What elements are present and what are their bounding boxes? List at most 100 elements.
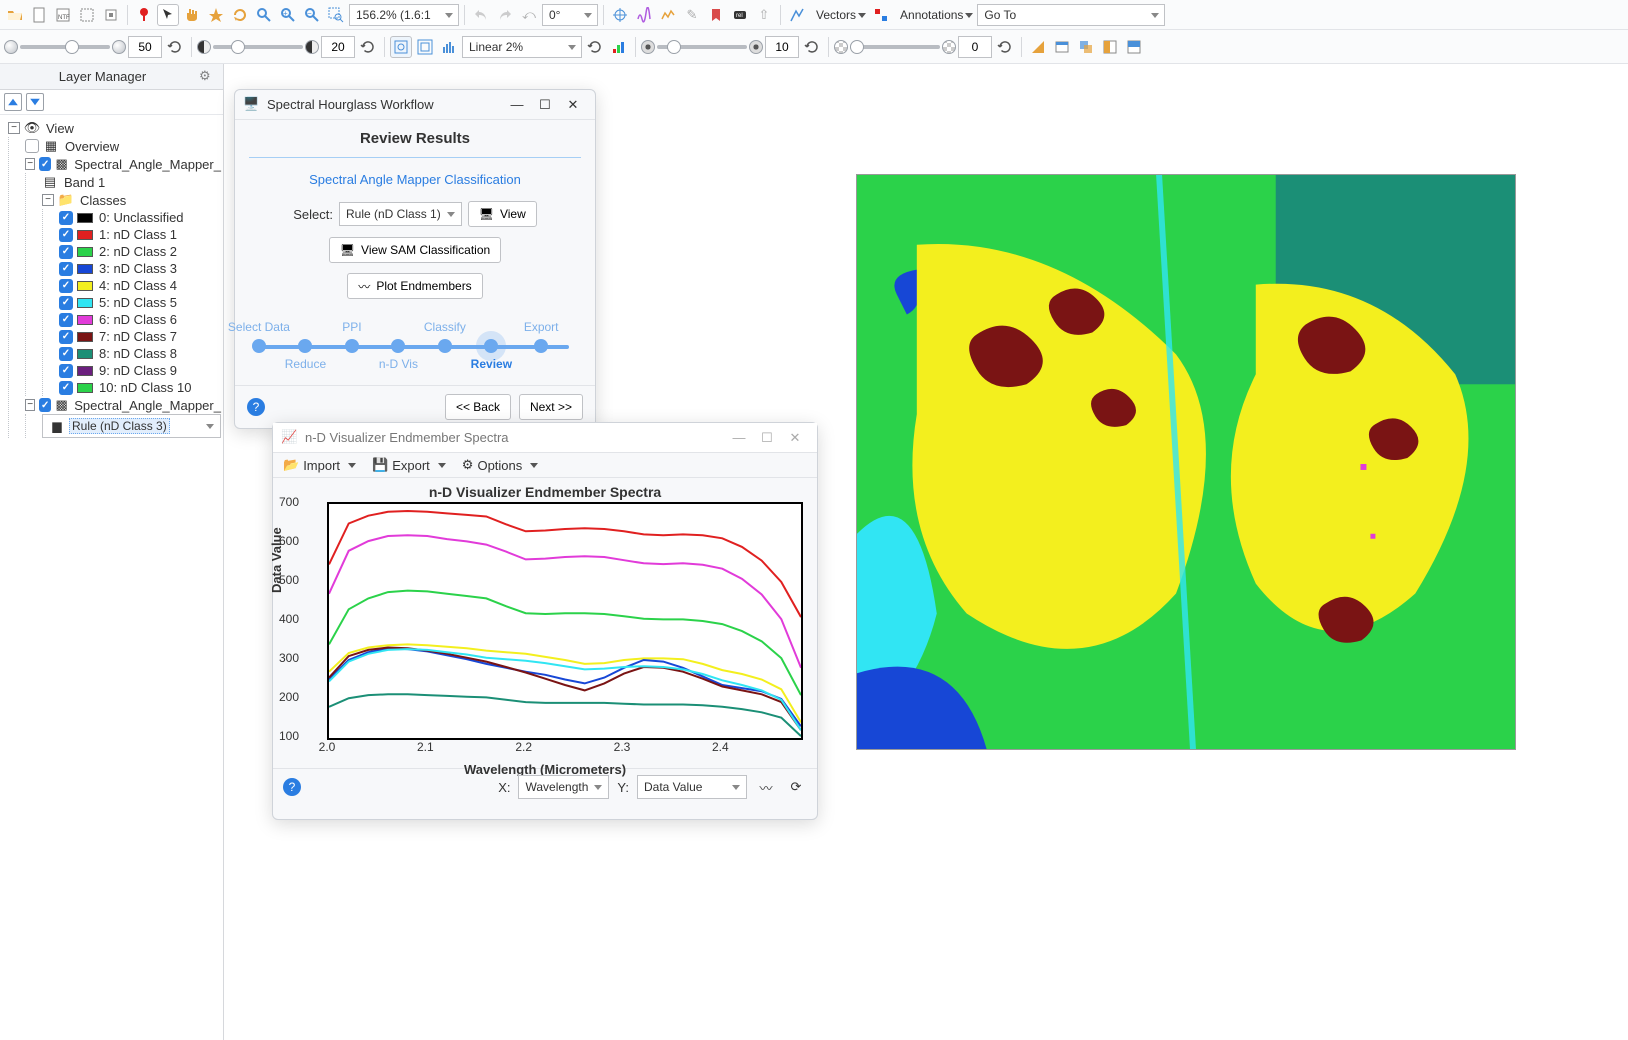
twisty-icon[interactable]: − [25,158,35,170]
gear-icon[interactable]: ⚙ [199,68,217,86]
checkbox[interactable]: ✓ [59,347,73,361]
zoom-level-input[interactable]: 156.2% (1.6:1 [349,4,459,26]
brightness-input[interactable] [128,36,162,58]
spectral-icon[interactable] [633,4,655,26]
import-menu[interactable]: 📂Import [281,457,364,473]
help-icon[interactable]: ? [247,398,265,416]
export-menu[interactable]: 💾Export [370,457,454,473]
swipe-icon[interactable] [1123,36,1145,58]
crosshair-icon[interactable] [609,4,631,26]
transparency-input[interactable] [958,36,992,58]
tree-node-class[interactable]: ✓5: nD Class 5 [59,294,221,311]
portal-icon[interactable] [1051,36,1073,58]
tree-node-class[interactable]: ✓7: nD Class 7 [59,328,221,345]
checkbox[interactable]: ✓ [59,262,73,276]
refresh-icon[interactable]: ⟳ [785,776,807,798]
rel-icon[interactable]: rel [729,4,751,26]
options-menu[interactable]: ⚙Options [460,457,546,473]
twisty-icon[interactable]: − [42,194,54,206]
sharpen-slider[interactable] [641,40,763,54]
stretch-type-dropdown[interactable]: Linear 2% [462,36,582,58]
stretch-settings-icon[interactable] [608,36,630,58]
contrast-tool-icon[interactable] [1027,36,1049,58]
ntf-icon[interactable]: NTF [52,4,74,26]
contrast-slider[interactable] [197,40,319,54]
pan-icon[interactable] [181,4,203,26]
transparency-slider[interactable] [834,40,956,54]
hist-icon[interactable] [438,36,460,58]
collapse-all-icon[interactable] [4,93,22,111]
checkbox[interactable]: ✓ [39,157,51,171]
bookmark-icon[interactable] [705,4,727,26]
checkbox[interactable]: ✓ [59,228,73,242]
rotate-icon[interactable] [229,4,251,26]
profile-icon[interactable] [657,4,679,26]
sharpen-input[interactable] [765,36,799,58]
next-button[interactable]: Next >> [519,394,583,420]
close-icon[interactable]: ✕ [781,426,809,450]
checkbox[interactable]: ✓ [59,364,73,378]
tree-node-class[interactable]: ✓10: nD Class 10 [59,379,221,396]
line-style-icon[interactable]: 〰 [755,776,777,798]
undo-icon[interactable] [470,4,492,26]
tree-node-sam2[interactable]: −✓▩Spectral_Angle_Mapper_ [25,396,221,414]
tree-node-view[interactable]: −👁View [8,119,221,137]
rule-select[interactable]: Rule (nD Class 1) [339,202,462,226]
chip-icon[interactable] [100,4,122,26]
select-icon[interactable] [76,4,98,26]
open-icon[interactable] [4,4,26,26]
tree-node-class[interactable]: ✓1: nD Class 1 [59,226,221,243]
tree-node-band1[interactable]: ▤Band 1 [42,173,221,191]
tree-node-overview[interactable]: ▦Overview [25,137,221,155]
refresh-icon[interactable] [164,36,186,58]
refresh-icon[interactable] [801,36,823,58]
y-axis-select[interactable]: Data Value [637,775,747,799]
blend-icon[interactable] [1075,36,1097,58]
zoom-out-icon[interactable]: − [301,4,323,26]
minimize-icon[interactable]: — [725,426,753,450]
wizard-step[interactable] [345,339,359,353]
wizard-step[interactable] [252,339,266,353]
twisty-icon[interactable]: − [25,399,35,411]
history-icon[interactable]: ⤺ [518,4,540,26]
fly-icon[interactable] [205,4,227,26]
titlebar[interactable]: 🖥️ Spectral Hourglass Workflow — ☐ ✕ [235,90,595,120]
zoom-actual-icon[interactable] [253,4,275,26]
wizard-step[interactable] [391,339,405,353]
checkbox[interactable]: ✓ [59,330,73,344]
new-doc-icon[interactable] [28,4,50,26]
checkbox[interactable]: ✓ [59,211,73,225]
zoom-box-icon[interactable] [325,4,347,26]
expand-all-icon[interactable] [26,93,44,111]
tree-node-class[interactable]: ✓9: nD Class 9 [59,362,221,379]
wizard-step[interactable] [298,339,312,353]
annotations-menu[interactable]: Annotations [894,4,975,26]
redo-icon[interactable] [494,4,516,26]
edit-icon[interactable]: ✎ [681,4,703,26]
line-chart[interactable] [327,502,803,740]
vectors-icon[interactable] [786,4,808,26]
checkbox[interactable]: ✓ [59,381,73,395]
tree-node-rule3[interactable]: ▆Rule (nD Class 3) [42,414,221,438]
tree-node-class[interactable]: ✓3: nD Class 3 [59,260,221,277]
help-icon[interactable]: ? [283,778,301,796]
checkbox[interactable] [25,139,39,153]
close-icon[interactable]: ✕ [559,93,587,117]
annotations-icon[interactable] [870,4,892,26]
vectors-menu[interactable]: Vectors [810,4,868,26]
north-icon[interactable]: ⇧ [753,4,775,26]
stretch-mode-b-icon[interactable] [414,36,436,58]
tree-node-class[interactable]: ✓6: nD Class 6 [59,311,221,328]
wizard-step[interactable] [484,339,498,353]
maximize-icon[interactable]: ☐ [531,93,559,117]
minimize-icon[interactable]: — [503,93,531,117]
zoom-in-icon[interactable]: + [277,4,299,26]
tree-node-classes[interactable]: −📁Classes [42,191,221,209]
wizard-step[interactable] [438,339,452,353]
pin-icon[interactable] [133,4,155,26]
refresh-icon[interactable] [994,36,1016,58]
checkbox[interactable]: ✓ [59,313,73,327]
view-button[interactable]: 🖥View [468,201,537,227]
goto-dropdown[interactable]: Go To [977,4,1165,26]
titlebar[interactable]: 📈 n-D Visualizer Endmember Spectra — ☐ ✕ [273,423,817,453]
